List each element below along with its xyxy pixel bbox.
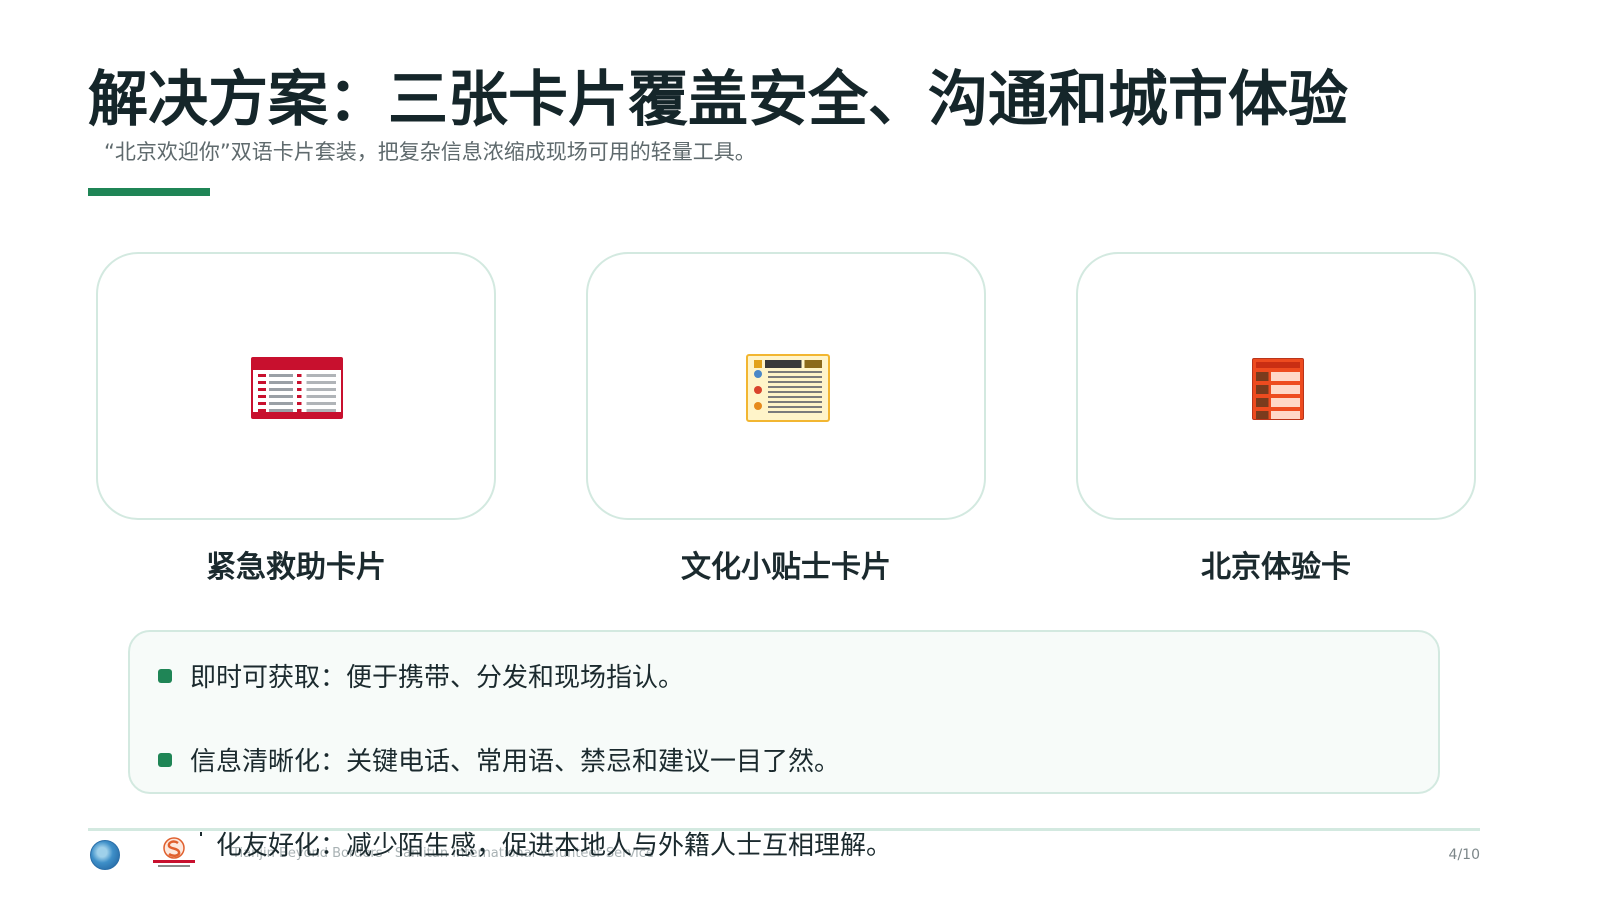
page-number: 4/10 [1448, 847, 1480, 863]
cultural-tips-card-panel [586, 252, 986, 520]
emergency-card-thumbnail [251, 357, 343, 419]
beijing-experience-card-panel [1076, 252, 1476, 520]
volunteer-s-logo-icon [153, 837, 195, 867]
benefit-text: 信息清晰化：关键电话、常用语、禁忌和建议一目了然。 [190, 747, 841, 777]
beijing-experience-card-thumbnail [1252, 358, 1304, 420]
globe-logo-icon [90, 840, 120, 870]
overflow-bullet-fragment [200, 832, 202, 836]
benefit-item: 即时可获取：便于携带、分发和现场指认。 [158, 660, 684, 696]
benefit-item: 信息清晰化：关键电话、常用语、禁忌和建议一目了然。 [158, 744, 840, 780]
benefit-text: 即时可获取：便于携带、分发和现场指认。 [190, 663, 685, 693]
beijing-experience-card-label: 北京体验卡 [1201, 550, 1351, 585]
title-accent-bar [88, 188, 210, 196]
square-bullet-icon [158, 668, 172, 683]
emergency-card-label: 紧急救助卡片 [206, 550, 386, 585]
emergency-card-panel [96, 252, 496, 520]
benefits-panel: 即时可获取：便于携带、分发和现场指认。 信息清晰化：关键电话、常用语、禁忌和建议… [128, 630, 1440, 794]
cultural-tips-card-thumbnail [746, 354, 830, 422]
cultural-tips-card-label: 文化小贴士卡片 [681, 550, 891, 585]
square-bullet-icon [158, 752, 172, 767]
slide-subtitle: “北京欢迎你”双语卡片套装，把复杂信息浓缩成现场可用的轻量工具。 [104, 140, 756, 164]
slide-title: 解决方案：三张卡片覆盖安全、沟通和城市体验 [88, 65, 1348, 135]
overflow-benefit-text: 化友好化：减少陌生感，促进本地人与外籍人士互相理解。 [216, 831, 893, 861]
